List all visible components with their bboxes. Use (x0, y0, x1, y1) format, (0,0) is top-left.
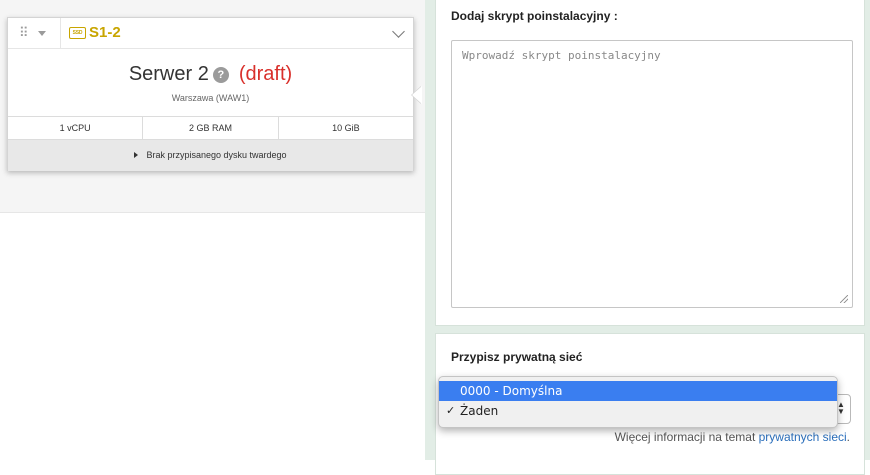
spec-cpu: 1 vCPU (8, 117, 144, 139)
script-placeholder: Wprowadź skrypt poinstalacyjny (462, 49, 661, 62)
option-label: Żaden (460, 404, 499, 418)
divider (60, 18, 61, 48)
script-panel: Dodaj skrypt poinstalacyjny : Wprowadź s… (435, 0, 865, 326)
draft-status: (draft) (238, 63, 293, 85)
more-info-suffix: . (846, 430, 850, 444)
plan-name: S1-2 (89, 24, 121, 41)
server-location: Warszawa (WAW1) (171, 93, 250, 103)
dropdown-option-none[interactable]: ✓ Żaden (439, 401, 837, 421)
checkmark-icon: ✓ (446, 404, 456, 417)
help-icon[interactable]: ? (212, 67, 229, 83)
specs-row: 1 vCPU 2 GB RAM 10 GiB (8, 116, 413, 139)
more-info-prefix: Więcej informacji na temat (614, 430, 759, 444)
drag-handle-icon[interactable]: ⠿ (19, 26, 31, 40)
script-textarea[interactable]: Wprowadź skrypt poinstalacyjny (451, 40, 853, 308)
server-name: Serwer 2 (128, 63, 209, 85)
chevron-down-icon[interactable] (392, 25, 405, 38)
caret-down-icon[interactable] (38, 31, 46, 36)
select-arrows-icon: ▲ ▼ (837, 400, 845, 416)
script-label: Dodaj skrypt poinstalacyjny : (451, 9, 618, 23)
network-dropdown: 0000 - Domyślna ✓ Żaden (438, 376, 838, 428)
disk-toggle[interactable]: Brak przypisanego dysku twardego (8, 139, 413, 171)
more-info-text: Więcej informacji na temat prywatnych si… (615, 430, 850, 444)
spec-ram: 2 GB RAM (143, 117, 279, 139)
option-label: 0000 - Domyślna (460, 384, 563, 398)
card-header: ⠿ SSD S1-2 (8, 18, 413, 49)
network-label: Przypisz prywatną sieć (451, 350, 583, 364)
caret-right-icon (134, 152, 139, 158)
server-card: ⠿ SSD S1-2 Serwer 2? (draft) Warszawa (WA… (7, 17, 414, 171)
spec-disk: 10 GiB (332, 123, 360, 133)
disk-notice: Brak przypisanego dysku twardego (146, 150, 287, 160)
dropdown-option-default[interactable]: 0000 - Domyślna (439, 381, 837, 401)
ssd-icon: SSD (69, 27, 86, 39)
card-pointer (412, 86, 422, 104)
resize-handle-icon[interactable] (840, 295, 848, 303)
private-networks-link[interactable]: prywatnych sieci (759, 430, 847, 444)
server-title: Serwer 2? (draft) (8, 63, 413, 86)
